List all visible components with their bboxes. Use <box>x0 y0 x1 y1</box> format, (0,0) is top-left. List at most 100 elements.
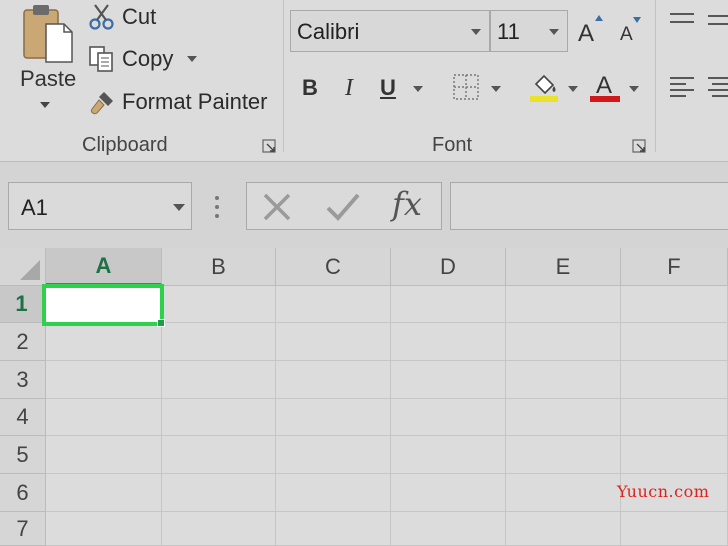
cell-d7[interactable] <box>391 512 506 546</box>
select-all-triangle-icon <box>20 260 40 280</box>
cell-c6[interactable] <box>276 474 391 512</box>
enter-checkmark-icon[interactable] <box>325 192 361 222</box>
bold-button[interactable]: B <box>294 72 326 104</box>
fill-handle[interactable] <box>157 319 165 327</box>
font-size-dropdown[interactable]: 11 <box>490 10 568 52</box>
ribbon: Paste Cut Copy Format Painter Clipboard <box>0 0 728 162</box>
cell-d4[interactable] <box>391 399 506 436</box>
cell-d2[interactable] <box>391 323 506 361</box>
cell-e3[interactable] <box>506 361 621 399</box>
column-header-c[interactable]: C <box>276 248 391 286</box>
align-center-icon[interactable] <box>706 76 728 100</box>
cell-a3[interactable] <box>46 361 162 399</box>
cell-f1[interactable] <box>621 286 728 323</box>
more-vertical-icon[interactable] <box>214 195 220 219</box>
row-header-1[interactable]: 1 <box>0 286 46 323</box>
row-header-3[interactable]: 3 <box>0 361 46 399</box>
cell-a5[interactable] <box>46 436 162 474</box>
cell-c3[interactable] <box>276 361 391 399</box>
top-align-icon[interactable] <box>668 12 696 32</box>
column-header-e[interactable]: E <box>506 248 621 286</box>
font-color-dropdown-icon[interactable] <box>629 86 639 92</box>
cell-d3[interactable] <box>391 361 506 399</box>
cell-e2[interactable] <box>506 323 621 361</box>
align-left-icon[interactable] <box>668 76 696 100</box>
name-box-value: A1 <box>21 195 48 220</box>
cell-f4[interactable] <box>621 399 728 436</box>
increase-arrow-icon <box>595 15 603 21</box>
italic-button[interactable]: I <box>333 72 365 104</box>
middle-align-icon[interactable] <box>706 12 728 32</box>
cell-e5[interactable] <box>506 436 621 474</box>
underline-button[interactable]: U <box>372 72 404 104</box>
cell-b4[interactable] <box>162 399 276 436</box>
active-cell-a1[interactable] <box>42 284 164 326</box>
copy-label: Copy <box>122 46 174 71</box>
cell-a4[interactable] <box>46 399 162 436</box>
cell-a2[interactable] <box>46 323 162 361</box>
column-header-b[interactable]: B <box>162 248 276 286</box>
cell-b1[interactable] <box>162 286 276 323</box>
cell-e6[interactable] <box>506 474 621 512</box>
copy-icon <box>89 46 113 72</box>
copy-dropdown-icon[interactable] <box>187 56 198 62</box>
cell-c5[interactable] <box>276 436 391 474</box>
paste-dropdown-icon[interactable] <box>40 102 50 108</box>
cell-d6[interactable] <box>391 474 506 512</box>
font-color-button[interactable]: A <box>590 70 622 104</box>
cell-c1[interactable] <box>276 286 391 323</box>
insert-function-button[interactable]: fx <box>392 185 422 223</box>
paste-button[interactable]: Paste <box>12 0 78 122</box>
fill-color-dropdown-icon[interactable] <box>568 86 578 92</box>
decrease-arrow-icon <box>633 17 641 23</box>
cell-d1[interactable] <box>391 286 506 323</box>
clipboard-launcher-icon[interactable] <box>262 139 276 153</box>
paste-icon <box>23 5 73 63</box>
font-name-dropdown[interactable]: Calibri <box>290 10 490 52</box>
cell-f3[interactable] <box>621 361 728 399</box>
cancel-icon[interactable] <box>261 192 293 222</box>
borders-dropdown-icon[interactable] <box>491 86 501 92</box>
cell-e7[interactable] <box>506 512 621 546</box>
row-header-6[interactable]: 6 <box>0 474 46 512</box>
formula-input[interactable] <box>450 182 728 230</box>
grow-font-label: A <box>578 20 595 47</box>
row-header-7[interactable]: 7 <box>0 512 46 546</box>
column-header-d[interactable]: D <box>391 248 506 286</box>
cell-b2[interactable] <box>162 323 276 361</box>
row-header-4[interactable]: 4 <box>0 399 46 436</box>
cell-b3[interactable] <box>162 361 276 399</box>
cell-f5[interactable] <box>621 436 728 474</box>
column-header-a[interactable]: A <box>46 248 162 286</box>
cell-d5[interactable] <box>391 436 506 474</box>
cell-c2[interactable] <box>276 323 391 361</box>
cell-e4[interactable] <box>506 399 621 436</box>
font-launcher-icon[interactable] <box>632 139 646 153</box>
select-all-button[interactable] <box>0 248 46 286</box>
name-box[interactable]: A1 <box>8 182 192 230</box>
underline-dropdown-icon[interactable] <box>413 86 423 92</box>
chevron-down-icon <box>471 29 481 35</box>
cell-c4[interactable] <box>276 399 391 436</box>
cell-c7[interactable] <box>276 512 391 546</box>
cell-e1[interactable] <box>506 286 621 323</box>
cell-f2[interactable] <box>621 323 728 361</box>
chevron-down-icon[interactable] <box>173 204 185 211</box>
shrink-font-button[interactable]: A <box>618 14 648 48</box>
cell-a6[interactable] <box>46 474 162 512</box>
copy-button[interactable]: Copy <box>88 42 198 76</box>
cell-a7[interactable] <box>46 512 162 546</box>
format-painter-button[interactable]: Format Painter <box>88 85 268 119</box>
row-header-2[interactable]: 2 <box>0 323 46 361</box>
font-size-value: 11 <box>497 19 520 44</box>
fill-color-icon[interactable] <box>528 70 562 104</box>
borders-icon[interactable] <box>452 73 480 101</box>
grow-font-button[interactable]: A <box>578 14 608 48</box>
cell-f7[interactable] <box>621 512 728 546</box>
cut-button[interactable]: Cut <box>88 0 156 34</box>
cell-b6[interactable] <box>162 474 276 512</box>
column-header-f[interactable]: F <box>621 248 728 286</box>
row-header-5[interactable]: 5 <box>0 436 46 474</box>
cell-b5[interactable] <box>162 436 276 474</box>
cell-b7[interactable] <box>162 512 276 546</box>
